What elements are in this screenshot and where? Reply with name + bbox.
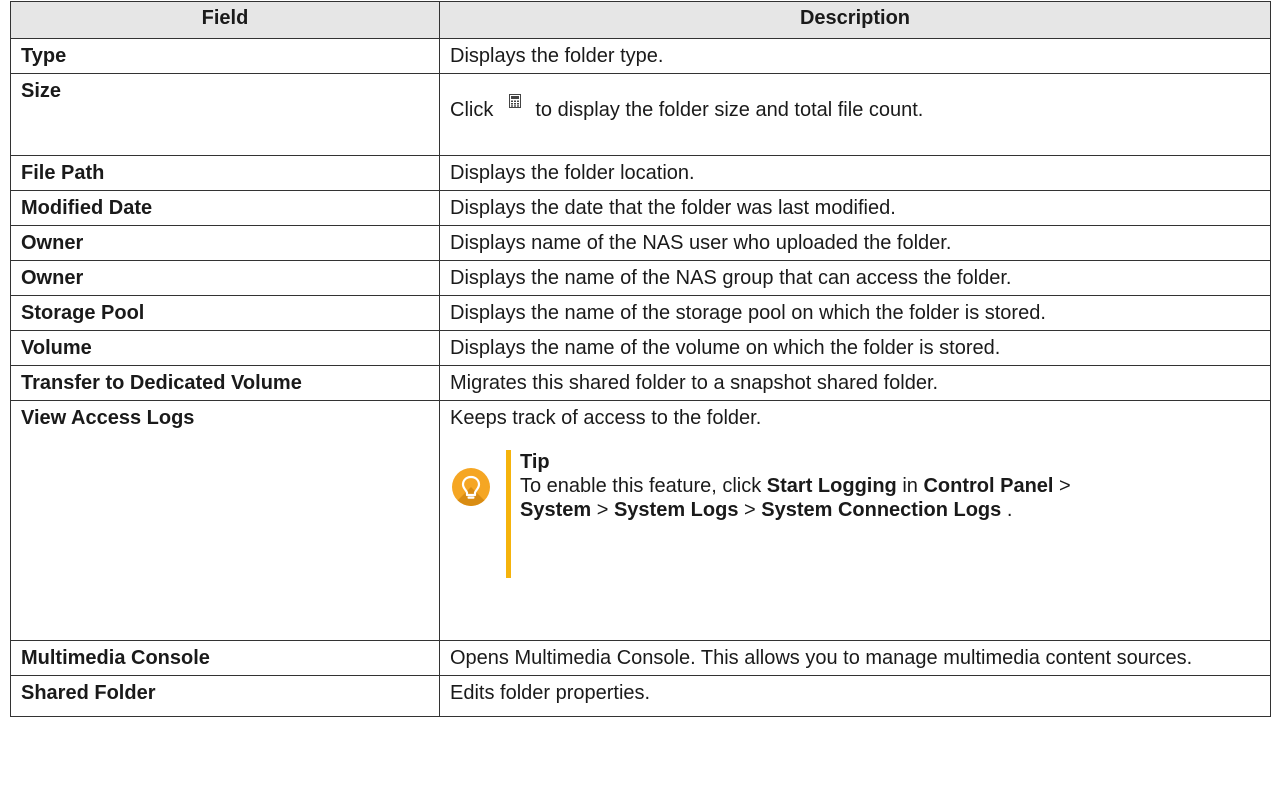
tip-text: > <box>1053 475 1071 497</box>
tip-strong-start-logging: Start Logging <box>766 475 897 497</box>
tip-text: . <box>1001 499 1013 521</box>
table-row: Shared Folder Edits folder properties. <box>10 675 1271 717</box>
tip-body: To enable this feature, click Start Logg… <box>520 474 1260 522</box>
tip-text: > <box>738 499 762 521</box>
header-description: Description <box>439 1 1271 39</box>
description-cell: Displays the name of the NAS group that … <box>439 260 1271 296</box>
tip-text: in <box>896 475 924 497</box>
description-text: Keeps track of access to the folder. <box>450 407 762 429</box>
table-row: Modified Date Displays the date that the… <box>10 190 1271 226</box>
tip-strong-control-panel: Control Panel <box>923 475 1054 497</box>
description-cell: Displays the name of the storage pool on… <box>439 295 1271 331</box>
tip-strong-system-connection-logs: System Connection Logs <box>761 499 1002 521</box>
field-cell: Shared Folder <box>10 675 440 717</box>
tip-accent-bar <box>506 450 511 578</box>
description-prefix: Click <box>450 99 494 121</box>
description-cell: Edits folder properties. <box>439 675 1271 717</box>
description-cell: Migrates this shared folder to a snapsho… <box>439 365 1271 401</box>
field-description-table: Field Description Type Displays the fold… <box>10 1 1271 717</box>
field-cell: File Path <box>10 155 440 191</box>
lightbulb-icon <box>452 468 490 506</box>
field-cell: View Access Logs <box>10 400 440 641</box>
document-page: Field Description Type Displays the fold… <box>0 0 1282 785</box>
tip-strong-system: System <box>520 499 592 521</box>
field-cell: Multimedia Console <box>10 640 440 676</box>
field-cell: Storage Pool <box>10 295 440 331</box>
description-cell: Opens Multimedia Console. This allows yo… <box>439 640 1271 676</box>
field-cell: Transfer to Dedicated Volume <box>10 365 440 401</box>
tip-title: Tip <box>520 451 550 473</box>
description-cell: Displays the folder location. <box>439 155 1271 191</box>
table-row: Type Displays the folder type. <box>10 38 1271 74</box>
field-cell: Owner <box>10 260 440 296</box>
table-row: Size Click to display the folder size and… <box>10 73 1271 156</box>
description-cell: Keeps track of access to the folder. Tip… <box>439 400 1271 641</box>
description-cell: Displays name of the NAS user who upload… <box>439 225 1271 261</box>
table-row: View Access Logs Keeps track of access t… <box>10 400 1271 641</box>
table-row: Storage Pool Displays the name of the st… <box>10 295 1271 331</box>
tip-text: To enable this feature, click <box>520 475 767 497</box>
description-cell: Displays the name of the volume on which… <box>439 330 1271 366</box>
field-cell: Volume <box>10 330 440 366</box>
table-row: Owner Displays name of the NAS user who … <box>10 225 1271 261</box>
description-cell: Displays the folder type. <box>439 38 1271 74</box>
calculator-icon <box>509 90 522 108</box>
tip-strong-system-logs: System Logs <box>613 499 739 521</box>
table-row: Transfer to Dedicated Volume Migrates th… <box>10 365 1271 401</box>
description-cell: Displays the date that the folder was la… <box>439 190 1271 226</box>
table-row: Owner Displays the name of the NAS group… <box>10 260 1271 296</box>
table-row: Multimedia Console Opens Multimedia Cons… <box>10 640 1271 676</box>
header-field: Field <box>10 1 440 39</box>
table-row: Volume Displays the name of the volume o… <box>10 330 1271 366</box>
tip-text: > <box>591 499 614 521</box>
table-header-row: Field Description <box>10 1 1271 39</box>
field-cell: Owner <box>10 225 440 261</box>
field-cell: Size <box>10 73 440 156</box>
field-cell: Modified Date <box>10 190 440 226</box>
field-cell: Type <box>10 38 440 74</box>
tip-callout: Tip To enable this feature, click Start … <box>450 450 1260 580</box>
description-cell: Click to display the folder size and tota… <box>439 73 1271 156</box>
description-suffix: to display the folder size and total fil… <box>535 99 924 121</box>
table-row: File Path Displays the folder location. <box>10 155 1271 191</box>
